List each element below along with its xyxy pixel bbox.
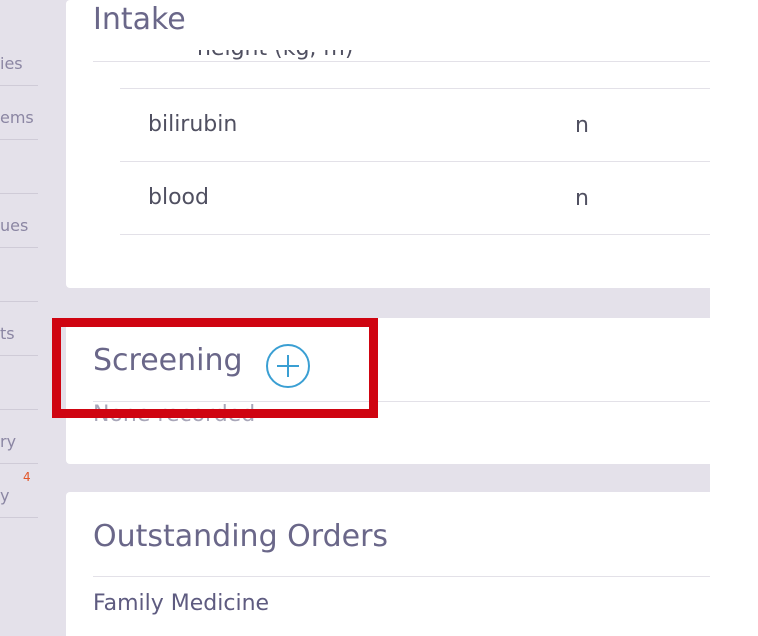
sidebar-item[interactable] (0, 356, 38, 410)
notification-badge: 4 (23, 470, 31, 484)
empty-state-text: None recorded (93, 402, 256, 427)
screening-card: Screening None recorded (66, 318, 710, 464)
row-divider (120, 88, 710, 89)
sidebar-item-label: ts (0, 324, 15, 343)
sidebar-item[interactable]: ts (0, 302, 38, 356)
orders-group-heading: Family Medicine (93, 591, 270, 616)
sidebar-item-label: y (0, 486, 10, 505)
row-divider (120, 234, 710, 235)
divider (93, 61, 710, 62)
intake-row-name: bilirubin (148, 112, 238, 137)
left-sidebar: ies ems ues ts ry y 4 (0, 0, 38, 636)
right-blank-area (710, 0, 758, 636)
outstanding-orders-card: Outstanding Orders Family Medicine (66, 492, 710, 636)
divider (93, 576, 710, 577)
sidebar-item[interactable]: ems (0, 86, 38, 140)
sidebar-item[interactable] (0, 140, 38, 194)
sidebar-item[interactable]: ry (0, 410, 38, 464)
intake-row-name: blood (148, 185, 209, 210)
intake-card: Intake height (kg, m) bilirubin n blood … (66, 0, 710, 288)
sidebar-item-label: ry (0, 432, 17, 451)
row-divider (120, 161, 710, 162)
clipped-row-text: height (kg, m) (197, 50, 497, 61)
screening-title: Screening (93, 343, 243, 378)
sidebar-item-label: ies (0, 54, 23, 73)
sidebar-item[interactable] (0, 248, 38, 302)
add-screening-button[interactable] (266, 344, 310, 388)
sidebar-item[interactable]: y 4 (0, 464, 38, 518)
sidebar-item[interactable]: ies (0, 32, 38, 86)
intake-row-value: n (575, 113, 589, 138)
sidebar-item-label: ues (0, 216, 29, 235)
clipped-row-label: height (kg, m) (197, 50, 353, 61)
outstanding-orders-title: Outstanding Orders (93, 519, 389, 554)
sidebar-item[interactable]: ues (0, 194, 38, 248)
intake-title: Intake (93, 2, 186, 37)
intake-row-value: n (575, 186, 589, 211)
sidebar-item-label: ems (0, 108, 34, 127)
